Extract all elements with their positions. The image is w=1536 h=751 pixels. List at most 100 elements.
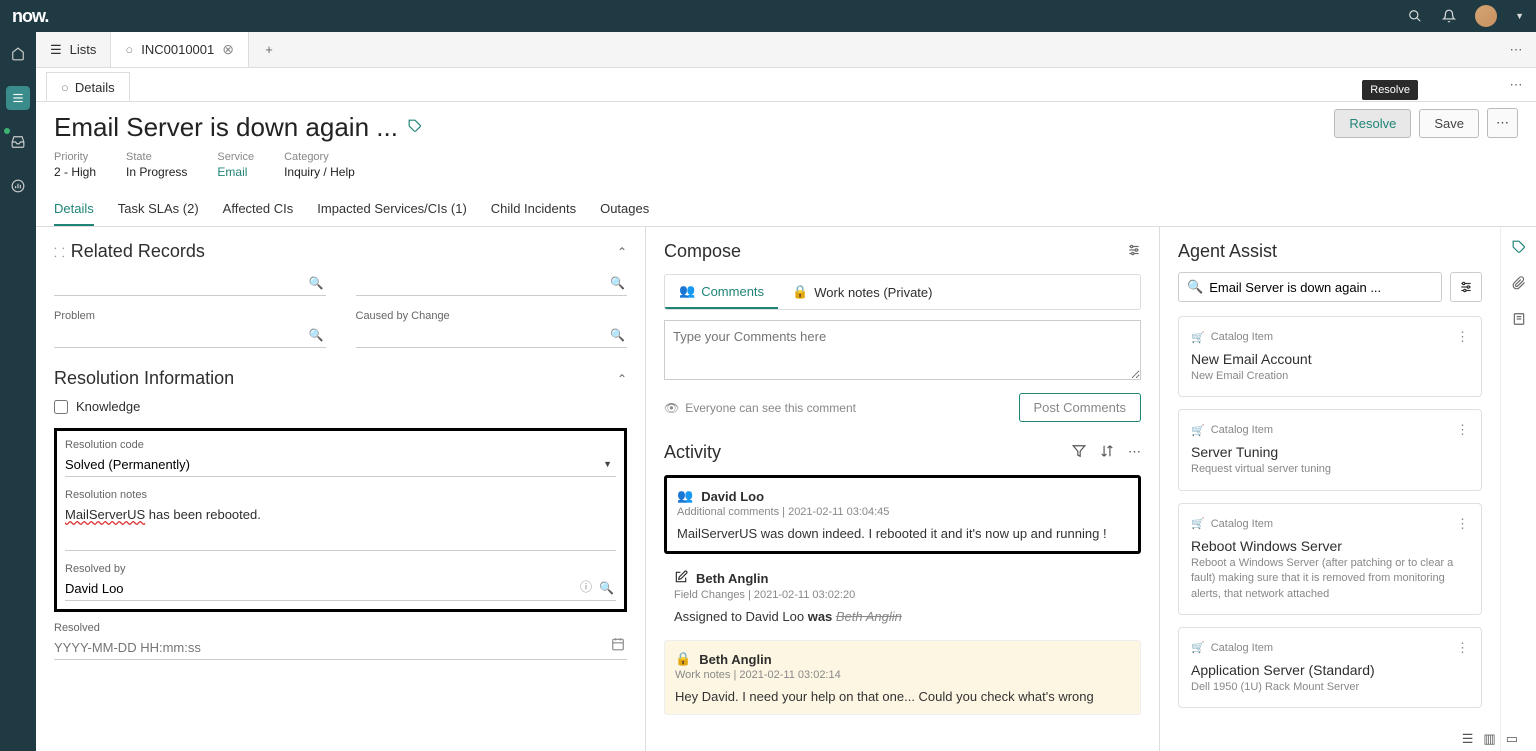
resolved-by-field[interactable]: [65, 577, 616, 601]
chevron-up-icon[interactable]: ⌃: [617, 245, 627, 259]
card-more-icon[interactable]: ⋮: [1456, 516, 1469, 532]
attachment-icon[interactable]: [1509, 273, 1529, 293]
card-title: New Email Account: [1191, 351, 1469, 367]
assist-card[interactable]: 🛒Catalog Item ⋮ Application Server (Stan…: [1178, 627, 1482, 708]
nav-tab-child[interactable]: Child Incidents: [491, 193, 576, 226]
nav-tab-impacted[interactable]: Impacted Services/CIs (1): [317, 193, 467, 226]
resolution-notes-field[interactable]: MailServerUS has been rebooted.: [65, 503, 616, 551]
more-actions-button[interactable]: ⋯: [1487, 108, 1518, 138]
save-button[interactable]: Save: [1419, 109, 1479, 138]
meta-value: In Progress: [126, 165, 187, 179]
card-more-icon[interactable]: ⋮: [1456, 329, 1469, 345]
compose-tab-worknotes[interactable]: 🔒 Work notes (Private): [778, 275, 946, 309]
nav-tab-outages[interactable]: Outages: [600, 193, 649, 226]
info-icon[interactable]: ⓘ: [580, 578, 592, 595]
more-icon[interactable]: ⋯: [1496, 68, 1536, 101]
resolution-code-select[interactable]: Solved (Permanently): [65, 453, 616, 477]
cart-icon: 🛒: [1191, 331, 1205, 344]
compose-textarea[interactable]: [664, 320, 1141, 380]
workspace-tabs: ☰ Lists ○ INC0010001 ⊗ + ⋯: [36, 32, 1536, 68]
people-icon: 👥: [679, 283, 695, 299]
tab-label: Comments: [701, 284, 764, 299]
tag-icon[interactable]: [1509, 237, 1529, 257]
tab-record[interactable]: ○ INC0010001 ⊗: [111, 32, 249, 67]
dot-icon: ○: [125, 42, 133, 57]
assist-card[interactable]: 🛒Catalog Item ⋮ New Email Account New Em…: [1178, 316, 1482, 397]
field-label: Resolved by: [65, 563, 616, 575]
lock-icon: 🔒: [675, 651, 691, 667]
search-icon[interactable]: 🔍: [309, 276, 324, 290]
activity-body: MailServerUS was down indeed. I rebooted…: [677, 526, 1128, 541]
resolved-date-field[interactable]: [54, 636, 627, 660]
search-icon: 🔍: [1187, 279, 1203, 295]
tab-lists[interactable]: ☰ Lists: [36, 32, 111, 67]
card-type: Catalog Item: [1211, 331, 1273, 343]
record-nav-tabs: Details Task SLAs (2) Affected CIs Impac…: [36, 193, 1536, 227]
field-label: Caused by Change: [356, 310, 628, 322]
bell-icon[interactable]: [1441, 8, 1457, 24]
related-search-1[interactable]: [54, 272, 326, 296]
people-icon: 👥: [677, 488, 693, 504]
sort-icon[interactable]: [1100, 444, 1114, 461]
more-icon[interactable]: ⋯: [1496, 32, 1536, 67]
record-subtabs: ○ Details ⋯: [36, 68, 1536, 102]
avatar[interactable]: [1475, 5, 1497, 27]
cart-icon: 🛒: [1191, 424, 1205, 437]
knowledge-checkbox[interactable]: [54, 400, 68, 414]
settings-icon[interactable]: [1127, 243, 1141, 260]
subtab-details[interactable]: ○ Details: [46, 72, 130, 101]
tag-icon[interactable]: [408, 119, 422, 136]
home-icon[interactable]: [6, 42, 30, 66]
details-column: ⸬ Related Records ⌃ 🔍 🔍: [36, 227, 646, 751]
nav-tab-affected-cis[interactable]: Affected CIs: [223, 193, 294, 226]
problem-field[interactable]: [54, 324, 326, 348]
assist-card[interactable]: 🛒Catalog Item ⋮ Reboot Windows Server Re…: [1178, 503, 1482, 615]
search-icon[interactable]: 🔍: [610, 328, 625, 342]
template-icon[interactable]: [1509, 309, 1529, 329]
compose-tab-comments[interactable]: 👥 Comments: [665, 275, 778, 309]
agent-assist-column: Agent Assist 🔍 🛒Catalog Item ⋮: [1160, 227, 1500, 751]
search-icon[interactable]: 🔍: [610, 276, 625, 290]
card-title: Reboot Windows Server: [1191, 538, 1469, 554]
assist-filter-button[interactable]: [1450, 272, 1482, 302]
nav-tab-details[interactable]: Details: [54, 193, 94, 226]
card-type: Catalog Item: [1211, 424, 1273, 436]
assist-card[interactable]: 🛒Catalog Item ⋮ Server Tuning Request vi…: [1178, 409, 1482, 490]
inbox-icon[interactable]: [6, 130, 30, 154]
activity-meta: Work notes | 2021-02-11 03:02:14: [675, 669, 1130, 681]
lock-icon: 🔒: [792, 284, 808, 300]
section-title: Compose: [664, 241, 741, 262]
add-tab-button[interactable]: +: [249, 32, 289, 67]
filter-icon[interactable]: [1072, 444, 1086, 461]
nav-tab-task-slas[interactable]: Task SLAs (2): [118, 193, 199, 226]
card-desc: Reboot a Windows Server (after patching …: [1191, 556, 1469, 602]
close-icon[interactable]: ⊗: [222, 41, 234, 58]
list-icon[interactable]: [6, 86, 30, 110]
search-icon[interactable]: 🔍: [309, 328, 324, 342]
chevron-up-icon[interactable]: ⌃: [617, 372, 627, 386]
search-icon[interactable]: 🔍: [599, 581, 614, 595]
analytics-icon[interactable]: [6, 174, 30, 198]
search-icon[interactable]: [1407, 8, 1423, 24]
meta-value: 2 - High: [54, 165, 96, 179]
field-label: Problem: [54, 310, 326, 322]
activity-author: David Loo: [701, 489, 764, 504]
resolve-button[interactable]: Resolve: [1334, 109, 1411, 138]
meta-value-link[interactable]: Email: [217, 165, 254, 179]
resolve-tooltip: Resolve: [1362, 80, 1418, 100]
more-icon[interactable]: ⋯: [1128, 444, 1141, 461]
eye-icon: 👁: [664, 401, 679, 415]
list-icon: ☰: [50, 42, 62, 58]
drag-icon[interactable]: ⸬: [54, 243, 65, 261]
meta-value: Inquiry / Help: [284, 165, 355, 179]
caret-down-icon[interactable]: ▼: [1515, 11, 1524, 21]
calendar-icon[interactable]: [611, 637, 625, 654]
caused-by-field[interactable]: [356, 324, 628, 348]
assist-search-input[interactable]: [1209, 280, 1433, 295]
card-more-icon[interactable]: ⋮: [1456, 422, 1469, 438]
card-more-icon[interactable]: ⋮: [1456, 640, 1469, 656]
section-title: Activity: [664, 442, 721, 463]
card-desc: Dell 1950 (1U) Rack Mount Server: [1191, 680, 1469, 695]
related-search-2[interactable]: [356, 272, 628, 296]
post-comments-button[interactable]: Post Comments: [1019, 393, 1141, 422]
